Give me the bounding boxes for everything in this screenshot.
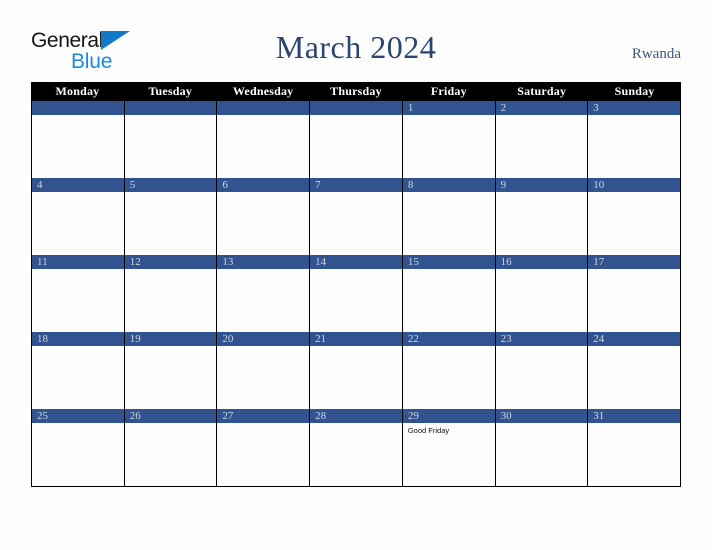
calendar-day-cell-28[interactable]: 28 [310, 409, 403, 486]
calendar-day-cell-17[interactable]: 17 [588, 255, 681, 332]
calendar-day-cell-23[interactable]: 23 [495, 332, 589, 409]
calendar-week-row: 18 19 20 21 22 23 24 [32, 332, 681, 409]
calendar-day-cell-14[interactable]: 14 [310, 255, 403, 332]
calendar-day-cell-empty [124, 101, 218, 178]
calendar-day-cell-4[interactable]: 4 [32, 178, 125, 255]
day-number: 6 [217, 178, 310, 192]
page-header: General Blue March 2024 Rwanda [0, 0, 712, 82]
calendar-day-cell-5[interactable]: 5 [124, 178, 218, 255]
calendar-day-cell-6[interactable]: 6 [217, 178, 311, 255]
calendar-weeks: 1 2 3 4 5 6 7 8 9 10 11 12 13 14 15 16 17 18 19 20 21 22 23 24 2… [31, 101, 681, 487]
day-number: 1 [402, 101, 495, 115]
day-number: 2 [495, 101, 588, 115]
calendar-day-cell-2[interactable]: 2 [495, 101, 589, 178]
calendar-day-cell-25[interactable]: 25 [32, 409, 125, 486]
day-number: 9 [495, 178, 588, 192]
day-number: 14 [310, 255, 402, 269]
calendar-day-cell-10[interactable]: 10 [588, 178, 681, 255]
calendar-day-cell-11[interactable]: 11 [32, 255, 125, 332]
calendar-day-cell-21[interactable]: 21 [310, 332, 403, 409]
day-number: 21 [310, 332, 402, 346]
day-number: 15 [402, 255, 495, 269]
day-number: 8 [402, 178, 495, 192]
calendar-day-cell-13[interactable]: 13 [217, 255, 311, 332]
day-number: 30 [495, 409, 588, 423]
calendar-day-cell-30[interactable]: 30 [495, 409, 589, 486]
day-number: 18 [32, 332, 124, 346]
calendar-day-cell-29[interactable]: 29 Good Friday [402, 409, 496, 486]
day-number [124, 101, 217, 115]
day-number: 25 [32, 409, 124, 423]
calendar-day-cell-31[interactable]: 31 [588, 409, 681, 486]
day-events: Good Friday [403, 423, 495, 436]
calendar-day-cell-16[interactable]: 16 [495, 255, 589, 332]
calendar-day-cell-12[interactable]: 12 [124, 255, 218, 332]
page-title: March 2024 [275, 29, 437, 65]
calendar-day-cell-15[interactable]: 15 [402, 255, 496, 332]
day-number: 19 [124, 332, 217, 346]
day-number: 26 [124, 409, 217, 423]
calendar-day-cell-9[interactable]: 9 [495, 178, 589, 255]
calendar-day-cell-19[interactable]: 19 [124, 332, 218, 409]
calendar-day-cell-empty [32, 101, 125, 178]
day-number: 22 [402, 332, 495, 346]
calendar-day-cell-1[interactable]: 1 [402, 101, 496, 178]
weekday-header-wednesday: Wednesday [232, 84, 294, 98]
calendar-week-row: 25 26 27 28 29 Good Friday 30 31 [32, 409, 681, 486]
calendar-day-cell-empty [310, 101, 403, 178]
day-number: 11 [32, 255, 124, 269]
day-number: 17 [588, 255, 680, 269]
day-number: 4 [32, 178, 124, 192]
calendar-grid: Monday Tuesday Wednesday Thursday Friday Satu… [31, 82, 681, 487]
day-number: 12 [124, 255, 217, 269]
holiday-label: Good Friday [407, 426, 450, 435]
calendar-day-cell-27[interactable]: 27 [217, 409, 311, 486]
day-number: 7 [310, 178, 402, 192]
calendar-day-cell-7[interactable]: 7 [310, 178, 403, 255]
weekday-header-tuesday: Tuesday [148, 84, 193, 98]
calendar-day-cell-22[interactable]: 22 [402, 332, 496, 409]
weekday-header-friday: Friday [430, 84, 467, 98]
day-number: 28 [310, 409, 402, 423]
calendar-day-cell-26[interactable]: 26 [124, 409, 218, 486]
day-number [310, 101, 402, 115]
day-number [217, 101, 310, 115]
day-number: 24 [588, 332, 680, 346]
day-number: 5 [124, 178, 217, 192]
weekday-header-sunday: Sunday [614, 84, 655, 98]
calendar-week-row: 11 12 13 14 15 16 17 [32, 255, 681, 332]
day-number: 10 [588, 178, 680, 192]
day-number: 27 [217, 409, 310, 423]
country-label: Rwanda [631, 46, 681, 62]
day-number: 23 [495, 332, 588, 346]
weekday-header-thursday: Thursday [330, 84, 382, 98]
weekday-header-saturday: Saturday [517, 84, 567, 98]
day-number [32, 101, 124, 115]
calendar-week-row: 4 5 6 7 8 9 10 [32, 178, 681, 255]
calendar-day-cell-18[interactable]: 18 [32, 332, 125, 409]
day-number: 20 [217, 332, 310, 346]
calendar-day-cell-3[interactable]: 3 [588, 101, 681, 178]
calendar-day-cell-24[interactable]: 24 [588, 332, 681, 409]
day-number: 29 [402, 409, 495, 423]
day-number: 31 [588, 409, 680, 423]
day-number: 16 [495, 255, 588, 269]
calendar-week-row: 123 [32, 101, 681, 178]
calendar-day-cell-8[interactable]: 8 [402, 178, 496, 255]
weekday-header-monday: Monday [55, 84, 100, 98]
day-number: 13 [217, 255, 310, 269]
calendar-day-cell-empty [217, 101, 311, 178]
day-number: 3 [588, 101, 680, 115]
weekday-header-row: Monday Tuesday Wednesday Thursday Friday Satu… [31, 82, 681, 101]
calendar-day-cell-20[interactable]: 20 [217, 332, 311, 409]
